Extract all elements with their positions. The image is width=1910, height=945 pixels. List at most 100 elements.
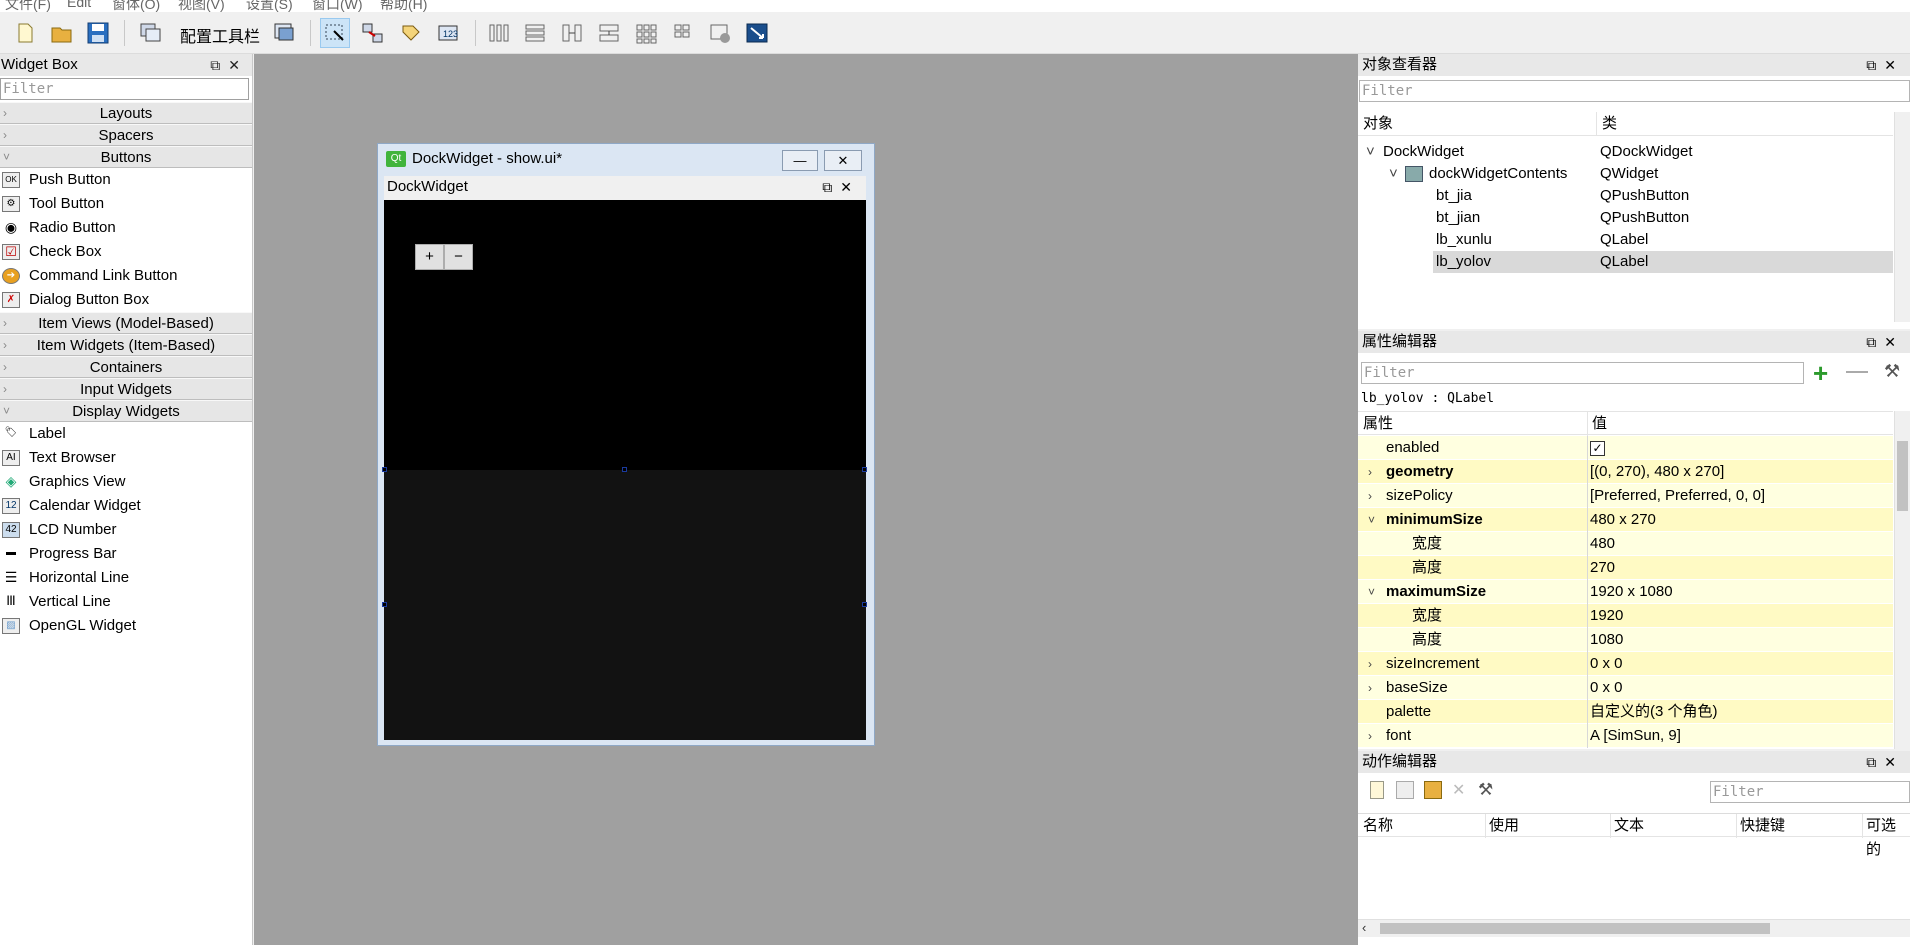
chevron-right-icon[interactable]: › <box>1368 676 1372 700</box>
form-window[interactable]: Qt DockWidget - show.ui* — ✕ DockWidget … <box>377 143 875 746</box>
close-icon[interactable]: ✕ <box>1884 754 1904 770</box>
column-checkable[interactable]: 可选的 <box>1866 814 1910 862</box>
category-containers[interactable]: › Containers <box>0 356 252 378</box>
category-input-widgets[interactable]: › Input Widgets <box>0 378 252 400</box>
paste-action-icon[interactable] <box>1424 781 1442 799</box>
menu-edit[interactable]: Edit <box>67 0 91 10</box>
menu-view[interactable]: 视图(V) <box>178 0 225 12</box>
configure-toolbar-label[interactable]: 配置工具栏 <box>180 23 260 47</box>
break-layout-icon[interactable] <box>705 18 735 48</box>
configure-action-icon[interactable]: ⚒ <box>1478 780 1493 800</box>
property-row-palette[interactable]: palette 自定义的(3 个角色) <box>1358 700 1893 724</box>
property-editor-scrollbar[interactable] <box>1894 411 1910 749</box>
scroll-left-icon[interactable]: ‹ <box>1362 920 1366 935</box>
property-row-geometry[interactable]: › geometry [(0, 270), 480 x 270] <box>1358 460 1893 484</box>
property-row-min-width[interactable]: 宽度 480 <box>1358 532 1893 556</box>
layout-form-icon[interactable] <box>668 18 698 48</box>
widget-item-label[interactable]: 🏷 Label <box>0 422 252 446</box>
menu-window[interactable]: 窗口(W) <box>312 0 363 12</box>
category-spacers[interactable]: › Spacers <box>0 124 252 146</box>
label-lb-xunlu[interactable]: + − <box>384 200 866 470</box>
dock-widget-preview[interactable]: DockWidget ⧉✕ + − <box>382 176 867 740</box>
edit-widgets-icon[interactable] <box>320 18 350 48</box>
widget-item-radio-button[interactable]: ◉ Radio Button <box>0 216 252 240</box>
remove-property-icon[interactable] <box>1846 371 1868 373</box>
chevron-down-icon[interactable]: ˅ <box>1389 163 1398 185</box>
widget-item-horizontal-line[interactable]: ☰ Horizontal Line <box>0 566 252 590</box>
selection-handle[interactable] <box>382 602 387 607</box>
delete-action-icon[interactable]: ✕ <box>1452 780 1465 800</box>
open-folder-icon[interactable] <box>47 18 77 48</box>
chevron-down-icon[interactable]: ˅ <box>1366 141 1375 163</box>
widget-item-check-box[interactable]: ☑ Check Box <box>0 240 252 264</box>
widget-item-calendar[interactable]: 12 Calendar Widget <box>0 494 252 518</box>
layout-horizontal-icon[interactable] <box>484 18 514 48</box>
layout-vertical-icon[interactable] <box>520 18 550 48</box>
property-row-minimumsize[interactable]: ˅ minimumSize 480 x 270 <box>1358 508 1893 532</box>
chevron-right-icon[interactable]: › <box>1368 460 1372 484</box>
tree-row-bt-jia[interactable]: bt_jia QPushButton <box>1358 185 1893 207</box>
float-icon[interactable]: ⧉ <box>1866 754 1884 770</box>
widget-item-progress-bar[interactable]: ▬ Progress Bar <box>0 542 252 566</box>
float-icon[interactable]: ⧉ <box>1866 334 1884 350</box>
chevron-right-icon[interactable]: › <box>1368 724 1372 748</box>
minus-button[interactable]: − <box>444 244 473 270</box>
layout-splitter-v-icon[interactable] <box>594 18 624 48</box>
minimize-button[interactable]: — <box>782 150 818 171</box>
close-icon[interactable]: ✕ <box>1884 57 1904 73</box>
edit-buddies-icon[interactable] <box>396 18 426 48</box>
tree-row-dockwidget[interactable]: ˅ DockWidget QDockWidget <box>1358 141 1893 163</box>
selection-handle[interactable] <box>862 602 867 607</box>
form-title-bar[interactable]: Qt DockWidget - show.ui* — ✕ <box>378 144 874 174</box>
column-text[interactable]: 文本 <box>1614 814 1644 838</box>
tool-wrench-icon[interactable]: ⚒ <box>1884 361 1900 382</box>
column-shortcut[interactable]: 快捷键 <box>1740 814 1785 838</box>
property-row-max-width[interactable]: 宽度 1920 <box>1358 604 1893 628</box>
edit-tab-order-icon[interactable]: 123 <box>434 18 464 48</box>
windows-icon[interactable] <box>136 18 166 48</box>
enabled-checkbox[interactable]: ✓ <box>1590 440 1605 456</box>
close-icon[interactable]: ✕ <box>840 179 860 195</box>
widget-box-filter-input[interactable]: Filter <box>0 78 249 100</box>
save-icon[interactable] <box>83 18 113 48</box>
layout-splitter-h-icon[interactable] <box>557 18 587 48</box>
property-filter-input[interactable]: Filter <box>1361 362 1804 384</box>
category-layouts[interactable]: › Layouts <box>0 102 252 124</box>
menu-settings[interactable]: 设置(S) <box>246 0 293 12</box>
edit-signals-slots-icon[interactable] <box>358 18 388 48</box>
widget-item-tool-button[interactable]: ⚙ Tool Button <box>0 192 252 216</box>
object-filter-input[interactable]: Filter <box>1359 80 1910 102</box>
close-icon[interactable]: ✕ <box>1884 334 1904 350</box>
float-icon[interactable]: ⧉ <box>1866 57 1884 73</box>
close-button[interactable]: ✕ <box>824 150 862 171</box>
widget-item-opengl[interactable]: ▨ OpenGL Widget <box>0 614 252 638</box>
selection-handle[interactable] <box>382 467 387 472</box>
object-inspector-scrollbar[interactable] <box>1894 112 1910 322</box>
menu-help[interactable]: 帮助(H) <box>380 0 427 12</box>
tree-row-lb-xunlu[interactable]: lb_xunlu QLabel <box>1358 229 1893 251</box>
widget-item-dialog-button-box[interactable]: ✗ Dialog Button Box <box>0 288 252 312</box>
widget-item-vertical-line[interactable]: ||| Vertical Line <box>0 590 252 614</box>
category-item-views[interactable]: › Item Views (Model-Based) <box>0 312 252 334</box>
float-icon[interactable]: ⧉ <box>210 57 228 73</box>
tree-row-bt-jian[interactable]: bt_jian QPushButton <box>1358 207 1893 229</box>
category-buttons[interactable]: ˅ Buttons <box>0 146 252 168</box>
property-row-basesize[interactable]: › baseSize 0 x 0 <box>1358 676 1893 700</box>
selection-handle[interactable] <box>862 467 867 472</box>
property-row-font[interactable]: › font A [SimSun, 9] <box>1358 724 1893 748</box>
selection-handle[interactable] <box>622 467 627 472</box>
copy-action-icon[interactable] <box>1396 781 1414 799</box>
property-row-min-height[interactable]: 高度 270 <box>1358 556 1893 580</box>
scrollbar-thumb[interactable] <box>1897 441 1908 511</box>
tree-row-lb-yolov[interactable]: lb_yolov QLabel <box>1433 251 1893 273</box>
scrollbar-thumb[interactable] <box>1380 923 1770 934</box>
tree-row-dockwidgetcontents[interactable]: ˅ dockWidgetContents QWidget <box>1358 163 1893 185</box>
float-icon[interactable]: ⧉ <box>822 179 840 195</box>
column-class[interactable]: 类 <box>1602 112 1617 136</box>
widget-item-graphics-view[interactable]: ◈ Graphics View <box>0 470 252 494</box>
property-row-maximumsize[interactable]: ˅ maximumSize 1920 x 1080 <box>1358 580 1893 604</box>
adjust-size-icon[interactable] <box>742 18 772 48</box>
menu-form[interactable]: 窗体(O) <box>112 0 160 12</box>
action-filter-input[interactable]: Filter <box>1710 781 1910 803</box>
add-property-icon[interactable]: + <box>1813 360 1828 386</box>
